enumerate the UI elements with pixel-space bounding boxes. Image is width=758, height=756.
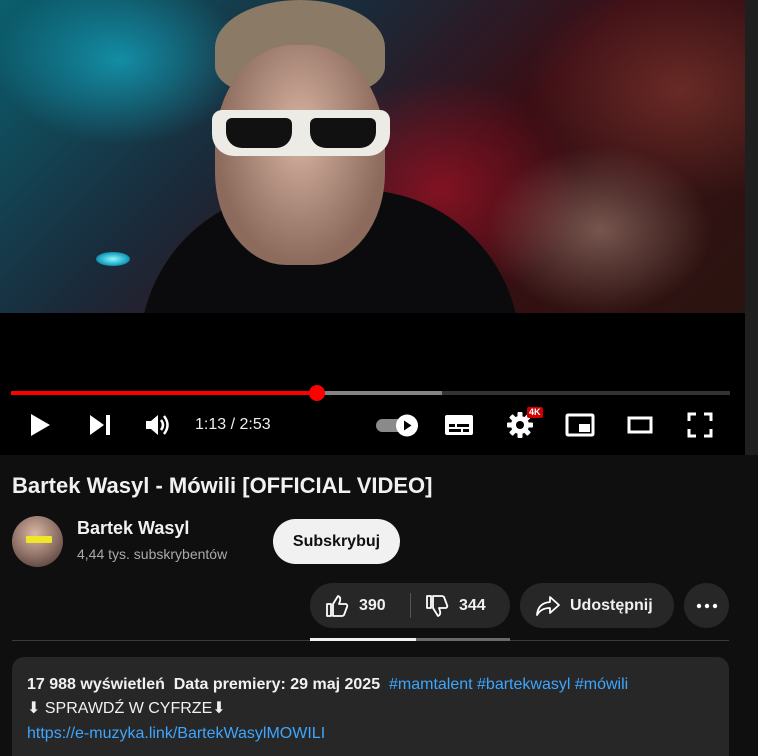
subscriber-count: 4,44 tys. subskrybentów bbox=[77, 546, 228, 562]
autoplay-icon bbox=[376, 414, 418, 437]
share-icon bbox=[536, 595, 560, 616]
play-icon bbox=[31, 414, 50, 436]
description-meta: 17 988 wyświetleń Data premiery: 29 maj … bbox=[27, 674, 714, 696]
share-button[interactable]: Udostępnij bbox=[520, 583, 674, 628]
subtitles-button[interactable] bbox=[442, 405, 476, 445]
share-label: Udostępnij bbox=[570, 596, 653, 614]
dislike-button[interactable]: 344 bbox=[411, 583, 510, 628]
miniplayer-icon bbox=[565, 413, 595, 437]
video-frame[interactable] bbox=[0, 0, 745, 313]
like-button[interactable]: 390 bbox=[310, 583, 410, 628]
play-button[interactable] bbox=[24, 405, 56, 445]
scrollbar-gutter bbox=[745, 0, 758, 455]
volume-button[interactable] bbox=[142, 405, 174, 445]
video-title: Bartek Wasyl - Mówili [OFFICIAL VIDEO] bbox=[12, 473, 433, 498]
description-text: ⬇ SPRAWDŹ W CYFRZE⬇ bbox=[27, 700, 226, 717]
volume-icon bbox=[146, 415, 169, 435]
fullscreen-button[interactable] bbox=[683, 405, 717, 445]
scrubber-handle[interactable] bbox=[308, 385, 325, 401]
settings-button[interactable]: 4K bbox=[503, 405, 543, 445]
fullscreen-icon bbox=[687, 412, 713, 438]
subtitles-icon bbox=[445, 415, 473, 435]
quality-badge: 4K bbox=[527, 407, 543, 418]
time-total: 2:53 bbox=[239, 416, 271, 433]
time-current: 1:13 bbox=[195, 416, 227, 433]
video-player[interactable]: 1:13 / 2:53 4K bbox=[0, 0, 745, 455]
dislike-count: 344 bbox=[459, 596, 486, 614]
view-count: 17 988 wyświetleń bbox=[27, 676, 165, 693]
skip-next-icon bbox=[90, 415, 110, 435]
autoplay-toggle[interactable] bbox=[372, 405, 422, 445]
channel-name[interactable]: Bartek Wasyl bbox=[77, 518, 189, 539]
tab-divider bbox=[12, 638, 729, 641]
played-bar bbox=[11, 391, 317, 395]
thumbs-down-icon bbox=[426, 594, 449, 617]
time-display: 1:13 / 2:53 bbox=[195, 405, 271, 445]
miniplayer-button[interactable] bbox=[563, 405, 597, 445]
channel-avatar[interactable] bbox=[12, 516, 63, 567]
like-dislike-group: 390 344 bbox=[310, 583, 510, 628]
like-count: 390 bbox=[359, 596, 386, 614]
more-actions-button[interactable] bbox=[684, 583, 729, 628]
theater-mode-button[interactable] bbox=[623, 405, 657, 445]
more-horizontal-icon bbox=[696, 603, 717, 608]
progress-bar[interactable] bbox=[11, 385, 730, 401]
next-button[interactable] bbox=[84, 405, 116, 445]
thumbs-up-icon bbox=[326, 594, 349, 617]
description-link[interactable]: https://e-muzyka.link/BartekWasylMOWILI bbox=[27, 721, 714, 746]
description-box[interactable]: 17 988 wyświetleń Data premiery: 29 maj … bbox=[12, 657, 729, 756]
subscribe-button[interactable]: Subskrybuj bbox=[273, 519, 400, 564]
time-separator: / bbox=[226, 416, 240, 433]
player-controls: 1:13 / 2:53 4K bbox=[0, 405, 745, 445]
theater-mode-icon bbox=[627, 416, 653, 434]
hashtag-link[interactable]: #bartekwasyl bbox=[477, 676, 570, 693]
hashtag-link[interactable]: #mamtalent bbox=[389, 676, 473, 693]
hashtag-link[interactable]: #mówili bbox=[575, 676, 628, 693]
premiere-date: Data premiery: 29 maj 2025 bbox=[173, 676, 381, 693]
